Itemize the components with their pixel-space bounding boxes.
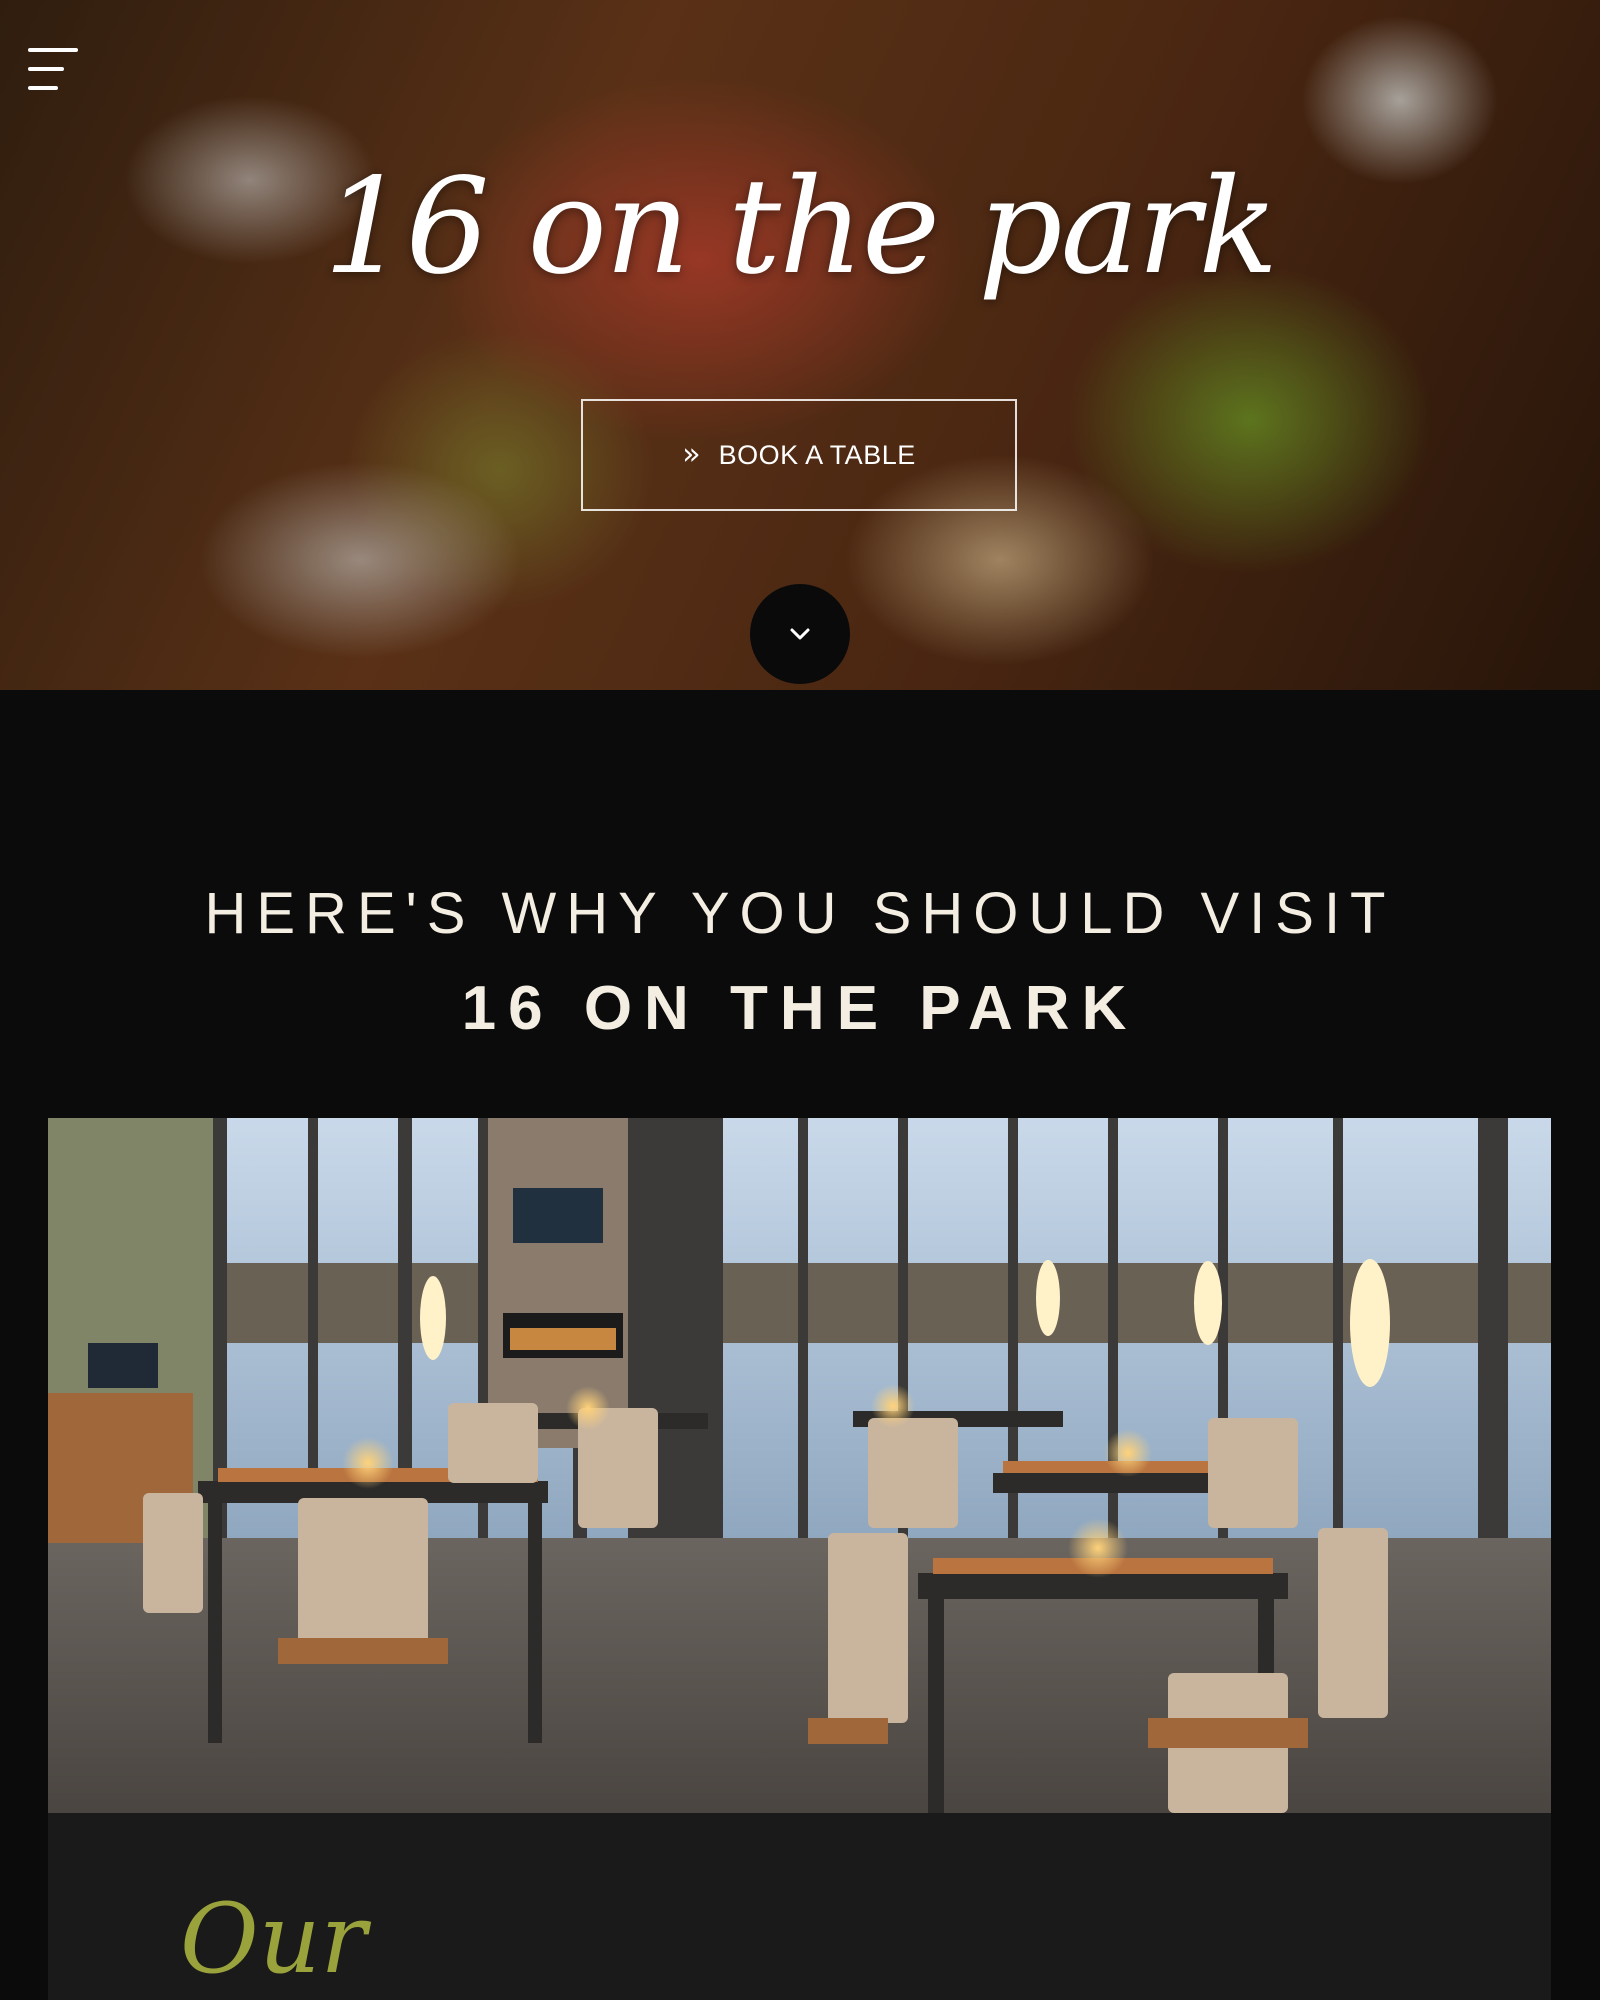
chevron-down-icon (790, 628, 810, 640)
site-logo[interactable]: 16 on the park (0, 150, 1600, 304)
intro-heading: HERE'S WHY YOU SHOULD VISIT (204, 881, 1396, 946)
intro-section: HERE'S WHY YOU SHOULD VISIT 16 ON THE PA… (0, 690, 1600, 1044)
hamburger-icon-line (28, 67, 64, 71)
dining-room-image (48, 1118, 1551, 1813)
restaurant-interior-photo (48, 1118, 1551, 1813)
book-a-table-button[interactable]: » BOOK A TABLE (581, 399, 1017, 511)
hamburger-menu-button[interactable] (28, 46, 78, 92)
double-chevron-right-icon: » (682, 437, 701, 472)
hamburger-icon (28, 48, 78, 52)
book-a-table-label: BOOK A TABLE (718, 439, 916, 470)
section-script-heading: Our (180, 1883, 367, 1995)
about-panel: Our (48, 1813, 1551, 2000)
hero-banner: 16 on the park » BOOK A TABLE (0, 0, 1600, 690)
hamburger-icon-line (28, 86, 58, 90)
intro-subheading: 16 ON THE PARK (461, 974, 1139, 1043)
scroll-down-button[interactable] (750, 584, 850, 684)
